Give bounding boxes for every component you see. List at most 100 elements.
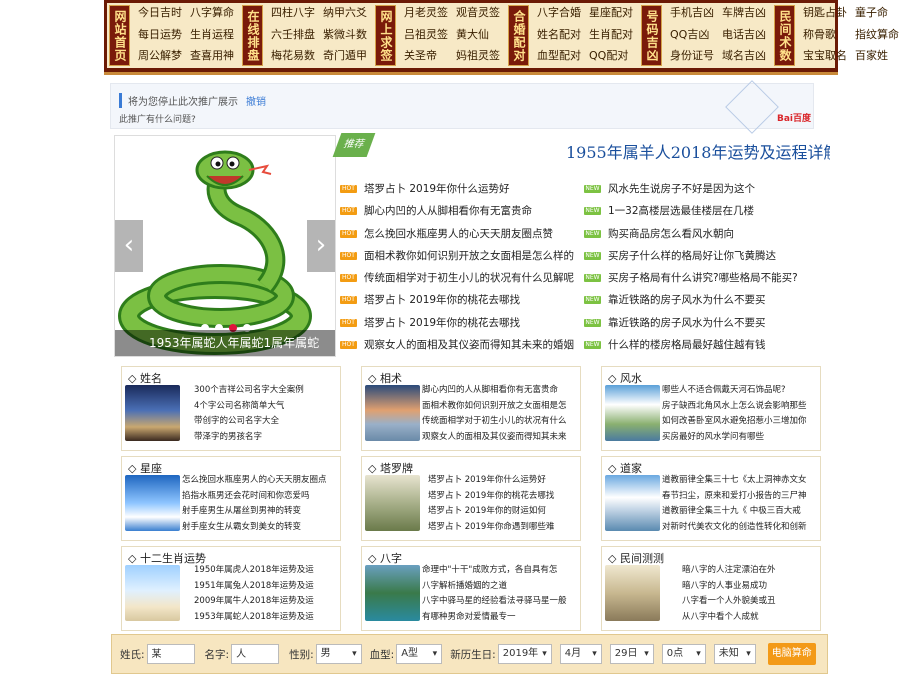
news-item[interactable]: HOT 塔罗占卜 2019年你的桃花去哪找	[340, 312, 576, 334]
image-slider[interactable]: ‹ › 1953年属蛇人年属蛇1属年属蛇	[114, 135, 336, 357]
ad-undo-link[interactable]: 撤销	[246, 97, 266, 108]
nav-group-head[interactable]: 民间术数	[774, 5, 795, 66]
news-item-text[interactable]: 怎么挽回水瓶座男人的心天天朋友圈点赞	[364, 228, 553, 240]
nav-link[interactable]: 手机吉凶	[666, 3, 718, 25]
nav-link[interactable]: 钥匙占卦	[799, 3, 851, 25]
category-box-title[interactable]: ◇ 塔罗牌	[368, 460, 413, 476]
compute-fortune-button[interactable]: 电脑算命	[767, 643, 816, 665]
minute-select[interactable]: 未知	[713, 644, 756, 664]
news-item-text[interactable]: 靠近铁路的房子风水为什么不要买	[608, 317, 766, 329]
news-item-text[interactable]: 买房子格局有什么讲究?哪些格局不能买?	[608, 272, 798, 284]
nav-link[interactable]: 姓名配对	[533, 25, 585, 47]
category-link[interactable]: 八字中驿马星的经验看法寻驿马星一般	[422, 594, 578, 610]
category-link[interactable]: 暗八字的人注定漂泊在外	[682, 563, 818, 579]
category-link[interactable]: 1951年属兔人2018年运势及运	[194, 579, 338, 595]
category-link[interactable]: 1950年属虎人2018年运势及运	[194, 563, 338, 579]
category-link[interactable]: 传统面相学对于初生小儿的状况有什么	[422, 414, 578, 430]
slider-next-button[interactable]: ›	[307, 220, 335, 272]
category-link[interactable]: 八字解析播婚姻的之道	[422, 579, 578, 595]
recommend-headline[interactable]: 1955年属羊人2018年运势及运程详解	[566, 139, 830, 163]
nav-link[interactable]: 车牌吉凶	[718, 3, 770, 25]
category-thumbnail[interactable]	[605, 475, 660, 531]
category-box-title-text[interactable]: 民间测测	[620, 552, 664, 565]
news-item[interactable]: NEW 买房子什么样的格局好让你飞黄腾达	[584, 245, 824, 267]
news-item-text[interactable]: 什么样的楼房格局最好越住越有钱	[608, 339, 766, 351]
category-link[interactable]: 八字看一个人外貌美或丑	[682, 594, 818, 610]
category-link[interactable]: 有哪种男命对爱情最专一	[422, 610, 578, 626]
category-link[interactable]: 带泽字的男孩名字	[194, 430, 338, 446]
nav-group-head[interactable]: 在线排盘	[242, 5, 263, 66]
news-item-text[interactable]: 买房子什么样的格局好让你飞黄腾达	[608, 250, 776, 262]
news-item[interactable]: NEW 靠近铁路的房子风水为什么不要买	[584, 289, 824, 311]
category-box-title-text[interactable]: 星座	[140, 462, 162, 475]
news-item[interactable]: HOT 怎么挽回水瓶座男人的心天天朋友圈点赞	[340, 223, 576, 245]
category-link[interactable]: 哪些人不适合佩戴天河石饰品呢?	[662, 383, 818, 399]
nav-link[interactable]: 纳甲六爻	[319, 3, 371, 25]
nav-link[interactable]: 周公解梦	[134, 46, 186, 68]
nav-group-head[interactable]: 网上求签	[375, 5, 396, 66]
nav-link[interactable]: 生肖配对	[585, 25, 637, 47]
category-link[interactable]: 面相术教你如何识别开放之女面相是怎	[422, 399, 578, 415]
surname-input[interactable]: 某	[146, 644, 195, 664]
category-link[interactable]: 300个吉祥公司名字大全案例	[194, 383, 338, 399]
gender-select[interactable]: 男	[315, 644, 362, 664]
nav-link[interactable]: 百家姓	[851, 46, 900, 68]
nav-link[interactable]: 称骨歌	[799, 25, 851, 47]
category-thumbnail[interactable]	[125, 385, 180, 441]
nav-link[interactable]: 血型配对	[533, 46, 585, 68]
news-item-text[interactable]: 塔罗占卜 2019年你的桃花去哪找	[364, 294, 520, 306]
category-thumbnail[interactable]	[365, 565, 420, 621]
news-item-text[interactable]: 传统面相学对于初生小儿的状况有什么见解呢	[364, 272, 574, 284]
category-link[interactable]: 买房最好的风水学问有哪些	[662, 430, 818, 446]
category-box-title[interactable]: ◇ 星座	[128, 460, 162, 476]
category-link[interactable]: 塔罗占卜 2019年你的财运如何	[428, 504, 578, 520]
nav-group-head[interactable]: 网站首页	[109, 5, 130, 66]
nav-link[interactable]: QQ吉凶	[666, 25, 718, 47]
category-box-title-text[interactable]: 塔罗牌	[380, 462, 413, 475]
ad-question[interactable]: 此推广有什么问题?	[119, 112, 196, 125]
category-box-title[interactable]: ◇ 八字	[368, 550, 402, 566]
nav-link[interactable]: 电话吉凶	[718, 25, 770, 47]
nav-link[interactable]: 八字算命	[186, 3, 238, 25]
nav-link[interactable]: 月老灵签	[400, 3, 452, 25]
news-item[interactable]: HOT 脚心内凹的人从脚相看你有无富贵命	[340, 200, 576, 222]
category-link[interactable]: 观察女人的面相及其仪姿而得知其未来	[422, 430, 578, 446]
category-link[interactable]: 春节扫尘，原来和爱打小报告的三尸神	[662, 489, 818, 505]
nav-link[interactable]: 域名吉凶	[718, 46, 770, 68]
news-item[interactable]: HOT 面相术教你如何识别开放之女面相是怎么样的	[340, 245, 576, 267]
nav-link[interactable]: 生肖运程	[186, 25, 238, 47]
nav-link[interactable]: 黄大仙	[452, 25, 504, 47]
nav-link[interactable]: 今日吉时	[134, 3, 186, 25]
category-box-title[interactable]: ◇ 相术	[368, 370, 402, 386]
category-box-title-text[interactable]: 道家	[620, 462, 642, 475]
news-item[interactable]: HOT 观察女人的面相及其仪姿而得知其未来的婚姻	[340, 334, 576, 356]
nav-link[interactable]: 每日运势	[134, 25, 186, 47]
nav-group-head[interactable]: 合婚配对	[508, 5, 529, 66]
category-thumbnail[interactable]	[605, 385, 660, 441]
category-box-title[interactable]: ◇ 姓名	[128, 370, 162, 386]
nav-link[interactable]: 奇门遁甲	[319, 46, 371, 68]
category-link[interactable]: 塔罗占卜 2019年你命遇到哪些难	[428, 520, 578, 536]
nav-link[interactable]: 八字合婚	[533, 3, 585, 25]
category-box-title-text[interactable]: 相术	[380, 372, 402, 385]
news-item-text[interactable]: 面相术教你如何识别开放之女面相是怎么样的	[364, 250, 574, 262]
category-link[interactable]: 塔罗占卜 2019年你什么运势好	[428, 473, 578, 489]
category-thumbnail[interactable]	[605, 565, 660, 621]
category-link[interactable]: 从八字中看个人成就	[682, 610, 818, 626]
category-thumbnail[interactable]	[365, 385, 420, 441]
news-item[interactable]: NEW 什么样的楼房格局最好越住越有钱	[584, 334, 824, 356]
news-item[interactable]: HOT 塔罗占卜 2019年你什么运势好	[340, 178, 576, 200]
news-item[interactable]: NEW 风水先生说房子不好是因为这个	[584, 178, 824, 200]
news-item[interactable]: HOT 塔罗占卜 2019年你的桃花去哪找	[340, 289, 576, 311]
nav-link[interactable]: 吕祖灵签	[400, 25, 452, 47]
category-thumbnail[interactable]	[125, 565, 180, 621]
news-item[interactable]: NEW 买房子格局有什么讲究?哪些格局不能买?	[584, 267, 824, 289]
name-input[interactable]: 人	[231, 644, 280, 664]
hour-select[interactable]: 0点	[661, 644, 706, 664]
nav-link[interactable]: 紫微斗数	[319, 25, 371, 47]
category-link[interactable]: 射手座女生从霸女到美女的转变	[182, 520, 338, 536]
category-link[interactable]: 对新时代美农文化的创造性转化和创新	[662, 520, 818, 536]
category-link[interactable]: 怎么挽回水瓶座男人的心天天朋友圈点	[182, 473, 338, 489]
nav-link[interactable]: 星座配对	[585, 3, 637, 25]
news-item-text[interactable]: 1一32高楼层选最佳楼层在几楼	[608, 205, 754, 217]
